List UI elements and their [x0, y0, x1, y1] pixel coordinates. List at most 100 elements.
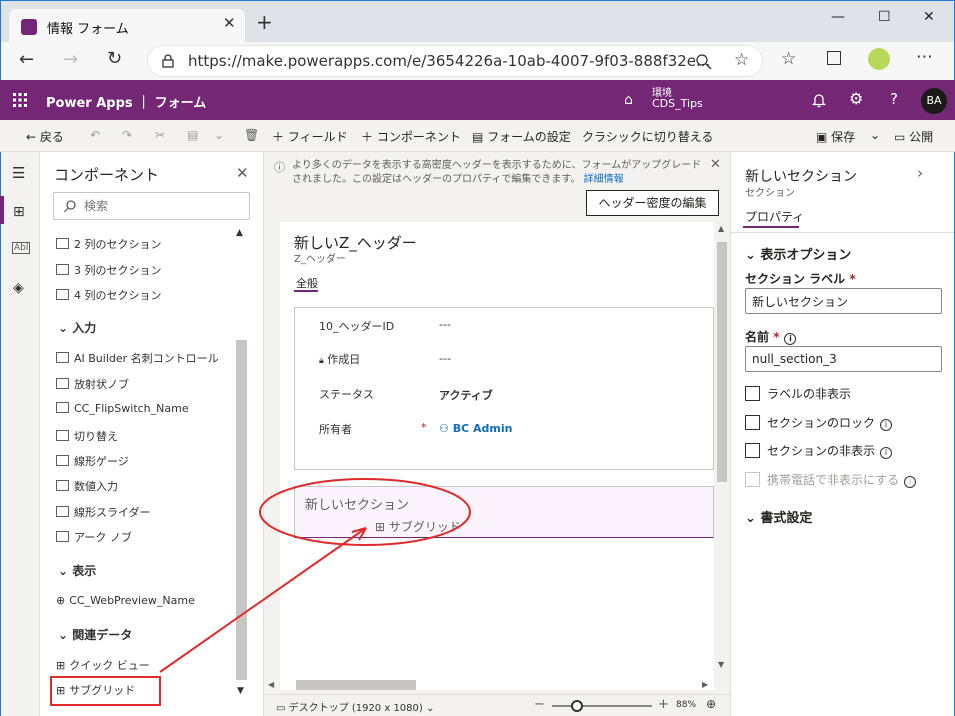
info-icon[interactable]: i: [880, 447, 893, 459]
display-group-header[interactable]: ⌄ 表示: [58, 562, 96, 579]
list-item[interactable]: 3 列のセクション: [56, 262, 162, 278]
list-item[interactable]: 切り替え: [56, 428, 118, 444]
add-component-button[interactable]: ＋ コンポーネント: [361, 128, 461, 145]
component-search[interactable]: [53, 192, 250, 220]
back-button[interactable]: ← 戻る: [26, 128, 64, 145]
fit-to-screen-icon[interactable]: ⊕: [706, 697, 716, 711]
zoom-out-icon[interactable]: −: [534, 697, 545, 712]
scroll-up-icon[interactable]: ▲: [718, 224, 724, 233]
field-value[interactable]: ---: [439, 352, 451, 365]
info-icon[interactable]: i: [880, 419, 893, 431]
list-item[interactable]: 2 列のセクション: [56, 236, 162, 252]
info-icon[interactable]: i: [784, 333, 797, 345]
hide-section-checkbox[interactable]: セクションの非表示 i: [745, 442, 893, 459]
favorite-star-icon[interactable]: ☆: [734, 50, 749, 70]
favorites-icon[interactable]: ☆: [781, 49, 796, 69]
tab-properties[interactable]: プロパティ: [745, 208, 804, 225]
search-input[interactable]: [84, 199, 234, 213]
list-item[interactable]: CC_FlipSwitch_Name: [56, 402, 189, 415]
list-item[interactable]: 4 列のセクション: [56, 287, 162, 303]
maximize-icon[interactable]: ☐: [878, 9, 891, 25]
redo-icon[interactable]: ↷: [122, 128, 132, 142]
owner-lookup[interactable]: ⚇ BC Admin: [439, 422, 512, 435]
cut-icon[interactable]: ✂: [155, 128, 165, 142]
banner-close-icon[interactable]: ✕: [710, 157, 721, 172]
list-item[interactable]: アーク ノブ: [56, 529, 132, 545]
new-section[interactable]: 新しいセクション ⊞ サブグリッド: [294, 486, 714, 538]
canvas-hscroll-thumb[interactable]: [296, 680, 416, 690]
hide-on-phone-checkbox[interactable]: 携帯電話で非表示にする i: [745, 471, 917, 488]
edit-header-density-button[interactable]: ヘッダー密度の編集: [586, 190, 719, 216]
save-button[interactable]: ▣ 保存: [816, 128, 855, 145]
lock-section-checkbox[interactable]: セクションのロック i: [745, 414, 893, 431]
panel-scrollbar[interactable]: [236, 340, 247, 680]
checkbox[interactable]: [745, 415, 760, 430]
more-icon[interactable]: ⋯: [916, 47, 933, 67]
publish-button[interactable]: ▭ 公開: [894, 128, 933, 145]
save-dropdown-icon[interactable]: ⌄: [870, 128, 880, 142]
app-launcher-icon[interactable]: [13, 93, 27, 107]
canvas-scroll-thumb[interactable]: [717, 242, 727, 482]
info-icon[interactable]: i: [904, 476, 917, 488]
switch-classic-button[interactable]: クラシックに切り替える: [582, 128, 713, 145]
new-tab-icon[interactable]: +: [256, 12, 273, 32]
hide-label-checkbox[interactable]: ラベルの非表示: [745, 385, 851, 402]
tree-view-icon[interactable]: ◈: [13, 280, 24, 296]
panel-close-icon[interactable]: ✕: [236, 164, 249, 182]
delete-icon[interactable]: 🗑: [244, 128, 259, 142]
refresh-icon[interactable]: ↻: [107, 48, 122, 69]
minimize-icon[interactable]: —: [831, 9, 845, 25]
list-item[interactable]: 線形ゲージ: [56, 453, 129, 469]
list-item[interactable]: 線形スライダー: [56, 504, 151, 520]
name-input[interactable]: [745, 346, 942, 372]
undo-icon[interactable]: ↶: [90, 128, 100, 142]
section-label-input[interactable]: [745, 288, 942, 314]
checkbox[interactable]: [745, 472, 760, 487]
checkbox[interactable]: [745, 443, 760, 458]
checkbox[interactable]: [745, 386, 760, 401]
display-options-header[interactable]: ⌄ 表示オプション: [745, 244, 851, 263]
scroll-left-icon[interactable]: ◀: [268, 680, 274, 689]
related-group-header[interactable]: ⌄ 関連データ: [58, 626, 132, 643]
back-arrow-icon[interactable]: ←: [19, 49, 34, 70]
components-icon[interactable]: ⊞: [13, 204, 25, 220]
forward-arrow-icon[interactable]: →: [63, 49, 78, 70]
list-item[interactable]: AI Builder 名刺コントロール: [56, 350, 219, 366]
help-icon[interactable]: ?: [890, 90, 898, 108]
formatting-header[interactable]: ⌄ 書式設定: [745, 507, 812, 526]
chevron-right-icon[interactable]: ›: [917, 164, 923, 182]
window-close-icon[interactable]: ✕: [923, 9, 935, 25]
browser-tab[interactable]: 情報 フォーム ✕: [9, 9, 245, 43]
form-section[interactable]: 10_ヘッダーID --- 🔒︎ 作成日 --- ステータス アクティブ 所有者…: [294, 307, 714, 470]
list-item[interactable]: ⊞ クイック ビュー: [56, 657, 150, 673]
add-field-button[interactable]: ＋ フィールド: [272, 128, 348, 145]
profile-icon[interactable]: [868, 48, 890, 70]
settings-gear-icon[interactable]: ⚙: [849, 89, 863, 108]
fields-icon[interactable]: Abl: [12, 242, 31, 254]
hamburger-menu-icon[interactable]: ☰: [12, 164, 25, 182]
input-group-header[interactable]: ⌄ 入力: [58, 319, 96, 336]
scroll-down-icon[interactable]: ▼: [237, 686, 244, 696]
list-item[interactable]: 数値入力: [56, 478, 118, 494]
scroll-right-icon[interactable]: ▶: [702, 680, 708, 689]
paste-dropdown-icon[interactable]: ⌄: [214, 128, 224, 142]
zoom-slider-thumb[interactable]: [571, 700, 583, 712]
field-value[interactable]: ---: [439, 318, 451, 331]
zoom-in-icon[interactable]: +: [658, 697, 669, 712]
list-item[interactable]: 放射状ノブ: [56, 376, 129, 392]
subgrid-placeholder[interactable]: ⊞ サブグリッド: [375, 518, 461, 535]
paste-icon[interactable]: ▤: [187, 128, 198, 142]
collections-icon[interactable]: [827, 51, 841, 65]
scroll-down-icon[interactable]: ▼: [718, 660, 724, 669]
learn-more-link[interactable]: 詳細情報: [584, 174, 624, 185]
avatar[interactable]: BA: [921, 88, 947, 114]
environment-name[interactable]: CDS_Tips: [652, 97, 703, 110]
tab-close-icon[interactable]: ✕: [223, 14, 236, 32]
scroll-up-icon[interactable]: ▲: [236, 228, 243, 238]
list-item[interactable]: ⊕ CC_WebPreview_Name: [56, 594, 195, 607]
address-bar[interactable]: https://make.powerapps.com/e/3654226a-10…: [147, 45, 763, 77]
zoom-icon[interactable]: [696, 54, 712, 70]
view-selector[interactable]: ▭ デスクトップ (1920 x 1080) ⌄: [276, 699, 434, 714]
field-value[interactable]: アクティブ: [439, 387, 493, 403]
form-settings-button[interactable]: ▤ フォームの設定: [472, 128, 571, 145]
